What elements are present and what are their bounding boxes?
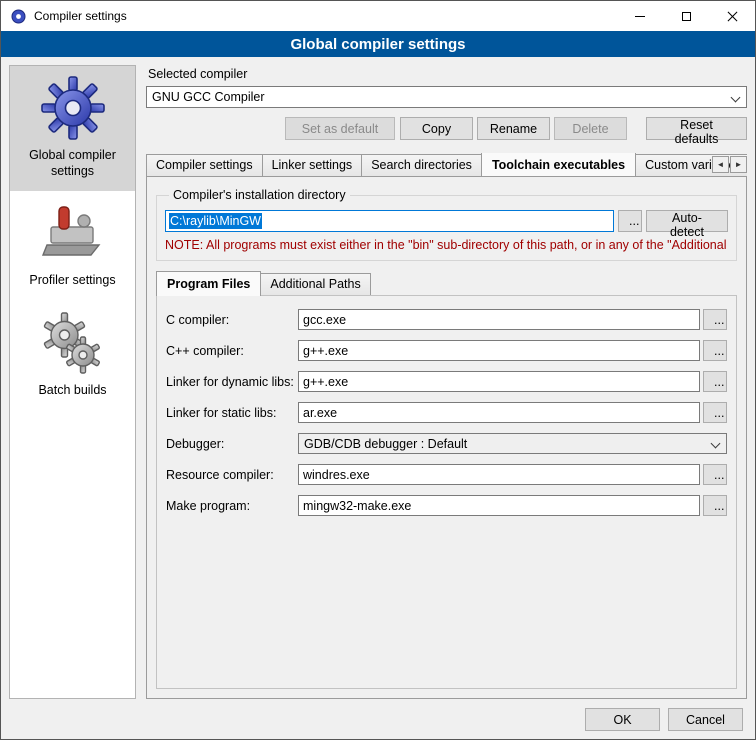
c-compiler-label: C compiler:: [166, 313, 298, 327]
tab-program-files[interactable]: Program Files: [156, 271, 261, 296]
tab-search-directories[interactable]: Search directories: [361, 154, 482, 176]
installation-directory-browse-button[interactable]: ...: [618, 210, 642, 232]
selected-compiler-value: GNU GCC Compiler: [152, 90, 265, 104]
reset-defaults-button[interactable]: Reset defaults: [646, 117, 747, 140]
linker-dynamic-browse-button[interactable]: ...: [703, 371, 727, 392]
debugger-dropdown[interactable]: GDB/CDB debugger : Default: [298, 433, 727, 454]
tab-linker-settings[interactable]: Linker settings: [262, 154, 363, 176]
window-icon[interactable]: [10, 8, 27, 25]
installation-directory-input[interactable]: C:\raylib\MinGW: [165, 210, 614, 232]
close-icon: [727, 11, 738, 22]
sidebar-item-label: Profiler settings: [29, 273, 115, 289]
c-compiler-browse-button[interactable]: ...: [703, 309, 727, 330]
dialog-body: Global compiler settings Profiler settin…: [1, 57, 755, 699]
chevron-down-icon: [731, 93, 741, 103]
cpp-compiler-input[interactable]: [298, 340, 700, 361]
installation-directory-group-title: Compiler's installation directory: [169, 188, 350, 202]
tab-scroll-right-icon: ►: [735, 160, 743, 169]
resource-compiler-row: Resource compiler: ...: [166, 464, 727, 485]
copy-button[interactable]: Copy: [400, 117, 473, 140]
toolchain-executables-page: Compiler's installation directory C:\ray…: [146, 176, 747, 699]
tab-scroll-buttons: ◄ ►: [712, 156, 747, 173]
make-program-row: Make program: ...: [166, 495, 727, 516]
sidebar-item-label: Batch builds: [38, 383, 106, 399]
cpp-compiler-browse-button[interactable]: ...: [703, 340, 727, 361]
tab-scroll-left-icon: ◄: [717, 160, 725, 169]
delete-button[interactable]: Delete: [554, 117, 627, 140]
debugger-value: GDB/CDB debugger : Default: [304, 437, 467, 451]
tab-scroll-left-button[interactable]: ◄: [712, 156, 729, 173]
sidebar-item-batch-builds[interactable]: Batch builds: [10, 301, 135, 411]
selected-compiler-label: Selected compiler: [148, 67, 747, 81]
sidebar-item-global-compiler-settings[interactable]: Global compiler settings: [10, 66, 135, 191]
sidebar-item-profiler-settings[interactable]: Profiler settings: [10, 191, 135, 301]
settings-category-list: Global compiler settings Profiler settin…: [9, 65, 136, 699]
ok-button[interactable]: OK: [585, 708, 660, 731]
tab-additional-paths[interactable]: Additional Paths: [260, 273, 370, 295]
settings-tabstrip: Compiler settings Linker settings Search…: [146, 153, 747, 176]
resource-compiler-browse-button[interactable]: ...: [703, 464, 727, 485]
resource-compiler-label: Resource compiler:: [166, 468, 298, 482]
maximize-icon: [682, 12, 691, 21]
compiler-settings-dialog: Compiler settings Global compiler settin…: [0, 0, 756, 740]
linker-static-input[interactable]: [298, 402, 700, 423]
program-files-page: C compiler: ... C++ compiler: ...: [156, 295, 737, 689]
debugger-row: Debugger: GDB/CDB debugger : Default: [166, 433, 727, 454]
program-files-tabstrip: Program Files Additional Paths: [156, 273, 737, 295]
auto-detect-button[interactable]: Auto-detect: [646, 210, 728, 232]
tab-toolchain-executables[interactable]: Toolchain executables: [481, 153, 636, 176]
linker-static-browse-button[interactable]: ...: [703, 402, 727, 423]
debugger-label: Debugger:: [166, 437, 298, 451]
rename-button[interactable]: Rename: [477, 117, 550, 140]
gray-gears-icon: [41, 311, 105, 375]
close-button[interactable]: [709, 1, 755, 31]
blue-gear-icon: [41, 76, 105, 140]
make-program-label: Make program:: [166, 499, 298, 513]
titlebar: Compiler settings: [1, 1, 755, 31]
bin-subdirectory-note: NOTE: All programs must exist either in …: [165, 238, 728, 252]
caption-buttons: [617, 1, 755, 31]
profiler-tool-icon: [41, 201, 105, 265]
resource-compiler-input[interactable]: [298, 464, 700, 485]
set-as-default-button[interactable]: Set as default: [285, 117, 395, 140]
dialog-header: Global compiler settings: [1, 31, 755, 57]
cancel-button[interactable]: Cancel: [668, 708, 743, 731]
c-compiler-input[interactable]: [298, 309, 700, 330]
make-program-input[interactable]: [298, 495, 700, 516]
cpp-compiler-row: C++ compiler: ...: [166, 340, 727, 361]
window-title: Compiler settings: [34, 9, 127, 23]
tab-compiler-settings[interactable]: Compiler settings: [146, 154, 263, 176]
dialog-footer: OK Cancel: [585, 708, 743, 731]
compiler-action-buttons: Set as default Copy Rename Delete Reset …: [146, 117, 747, 140]
installation-directory-selected-text: C:\raylib\MinGW: [169, 213, 262, 229]
linker-dynamic-input[interactable]: [298, 371, 700, 392]
linker-dynamic-row: Linker for dynamic libs: ...: [166, 371, 727, 392]
selected-compiler-dropdown[interactable]: GNU GCC Compiler: [146, 86, 747, 108]
installation-directory-group: Compiler's installation directory C:\ray…: [156, 188, 737, 261]
linker-static-row: Linker for static libs: ...: [166, 402, 727, 423]
installation-directory-row: C:\raylib\MinGW ... Auto-detect: [165, 210, 728, 232]
minimize-button[interactable]: [617, 1, 663, 31]
cpp-compiler-label: C++ compiler:: [166, 344, 298, 358]
main-panel: Selected compiler GNU GCC Compiler Set a…: [146, 65, 747, 699]
sidebar-item-label: Global compiler settings: [14, 148, 131, 179]
maximize-button[interactable]: [663, 1, 709, 31]
tab-scroll-right-button[interactable]: ►: [730, 156, 747, 173]
linker-dynamic-label: Linker for dynamic libs:: [166, 375, 298, 389]
minimize-icon: [635, 16, 645, 17]
c-compiler-row: C compiler: ...: [166, 309, 727, 330]
make-program-browse-button[interactable]: ...: [703, 495, 727, 516]
linker-static-label: Linker for static libs:: [166, 406, 298, 420]
chevron-down-icon: [711, 439, 721, 449]
